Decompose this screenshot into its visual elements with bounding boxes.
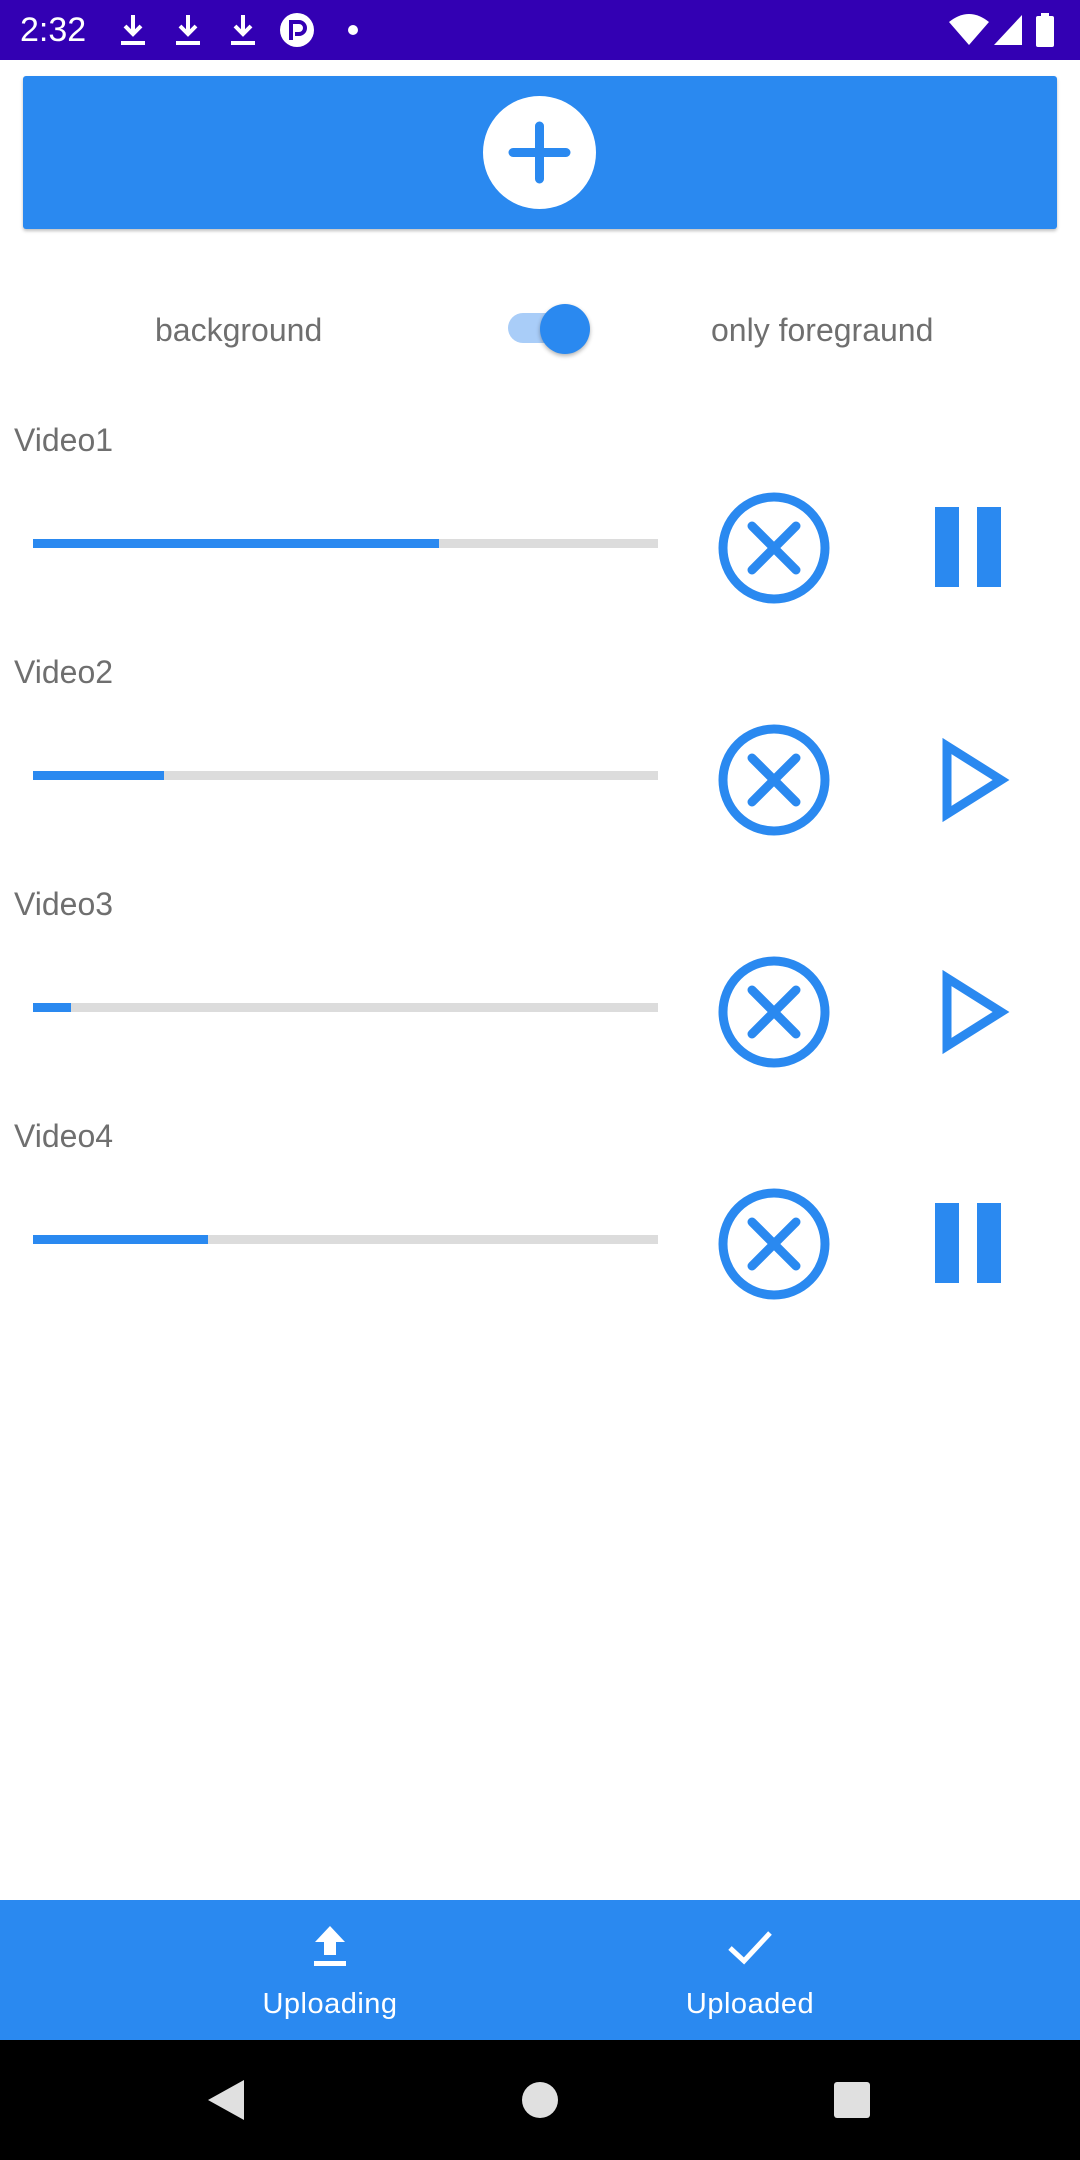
tab-uploaded[interactable]: Uploaded xyxy=(600,1900,900,2040)
upload-progress-bar xyxy=(33,1003,658,1012)
download-icon xyxy=(176,15,200,45)
cancel-circle-icon[interactable] xyxy=(716,490,832,606)
upload-progress-fill xyxy=(33,1235,208,1244)
battery-icon xyxy=(1036,13,1054,47)
cancel-circle-icon[interactable] xyxy=(716,1186,832,1302)
video-title: Video2 xyxy=(14,654,114,690)
pause-icon[interactable] xyxy=(910,490,1026,606)
download-icon xyxy=(121,15,145,45)
play-icon[interactable] xyxy=(910,722,1026,838)
video-title: Video1 xyxy=(14,422,114,458)
plus-circle-icon xyxy=(483,96,596,209)
dot-icon xyxy=(348,25,358,35)
tab-uploading[interactable]: Uploading xyxy=(180,1900,480,2040)
status-time: 2:32 xyxy=(20,11,87,49)
upload-progress-fill xyxy=(33,1003,71,1012)
cancel-circle-icon[interactable] xyxy=(716,954,832,1070)
play-icon[interactable] xyxy=(910,954,1026,1070)
upload-progress-bar xyxy=(33,771,658,780)
download-icon xyxy=(231,15,255,45)
check-icon xyxy=(728,1931,772,1965)
app-notification-icon xyxy=(280,13,314,47)
video-title: Video4 xyxy=(14,1118,114,1154)
only-foreground-label: only foregraund xyxy=(711,312,934,348)
video-row-4: Video4 xyxy=(0,1114,1080,1346)
bottom-navigation: Uploading Uploaded xyxy=(0,1900,1080,2040)
pause-icon[interactable] xyxy=(910,1186,1026,1302)
system-navigation-bar xyxy=(0,2040,1080,2160)
upload-progress-bar xyxy=(33,1235,658,1244)
upload-progress-fill xyxy=(33,771,165,780)
cancel-circle-icon[interactable] xyxy=(716,722,832,838)
status-bar: 2:32 xyxy=(0,0,1080,60)
video-row-3: Video3 xyxy=(0,882,1080,1114)
upload-icon xyxy=(314,1926,346,1966)
video-row-2: Video2 xyxy=(0,650,1080,882)
mode-toggle-thumb[interactable] xyxy=(540,304,590,354)
video-row-1: Video1 xyxy=(0,418,1080,650)
cell-signal-icon xyxy=(994,15,1022,45)
add-video-button[interactable] xyxy=(23,76,1057,229)
wifi-icon xyxy=(949,14,989,45)
video-title: Video3 xyxy=(14,886,114,922)
tab-uploading-label: Uploading xyxy=(262,1988,398,2020)
upload-progress-bar xyxy=(33,539,658,548)
tab-uploaded-label: Uploaded xyxy=(685,1988,815,2020)
upload-progress-fill xyxy=(33,539,440,548)
background-label: background xyxy=(155,312,323,348)
back-icon[interactable] xyxy=(196,2070,256,2130)
home-icon[interactable] xyxy=(510,2070,570,2130)
recents-icon[interactable] xyxy=(822,2070,882,2130)
